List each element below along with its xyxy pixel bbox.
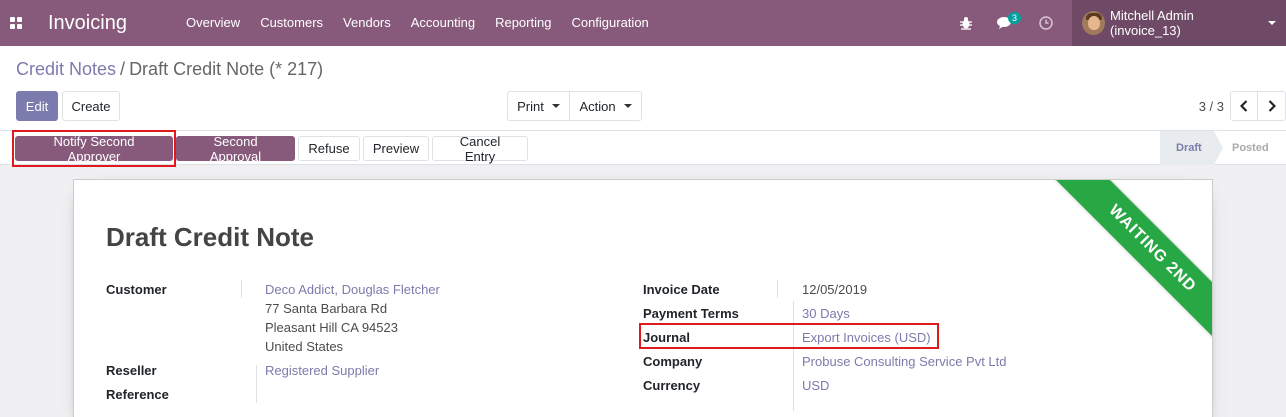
cancel-entry-button[interactable]: Cancel Entry bbox=[432, 134, 528, 164]
menu-item-accounting[interactable]: Accounting bbox=[401, 0, 485, 46]
customer-address-line3: United States bbox=[265, 339, 344, 354]
caret-down-icon bbox=[551, 104, 560, 108]
refuse-button[interactable]: Refuse bbox=[298, 136, 360, 161]
payment-terms-link[interactable]: 30 Days bbox=[802, 306, 850, 321]
menu-item-overview[interactable]: Overview bbox=[176, 0, 250, 46]
field-separator bbox=[777, 280, 778, 298]
breadcrumb: Credit Notes / Draft Credit Note (* 217) bbox=[16, 59, 323, 80]
user-avatar bbox=[1082, 11, 1106, 35]
second-approval-button[interactable]: Second Approval bbox=[176, 134, 295, 164]
user-name: Mitchell Admin (invoice_13) bbox=[1110, 8, 1194, 38]
chat-count-badge: 3 bbox=[1008, 12, 1022, 24]
company-link[interactable]: Probuse Consulting Service Pvt Ltd bbox=[802, 354, 1007, 369]
print-dropdown[interactable]: Print bbox=[507, 91, 570, 121]
apps-menu-icon[interactable] bbox=[0, 0, 32, 46]
status-buttons: Notify Second Approver Second Approval R… bbox=[15, 134, 531, 164]
action-dropdown[interactable]: Action bbox=[570, 91, 642, 121]
form-statusbar: Notify Second Approver Second Approval R… bbox=[0, 131, 1286, 165]
company-label: Company bbox=[643, 354, 703, 369]
status-ribbon: WAITING 2ND bbox=[1053, 180, 1212, 348]
stage-draft: Draft bbox=[1160, 131, 1223, 165]
menu-item-vendors[interactable]: Vendors bbox=[333, 0, 401, 46]
customer-label: Customer bbox=[106, 282, 167, 297]
menu-item-reporting[interactable]: Reporting bbox=[485, 0, 561, 46]
create-button[interactable]: Create bbox=[62, 91, 120, 121]
field-separator bbox=[241, 280, 242, 298]
chat-icon[interactable]: 3 bbox=[986, 0, 1026, 46]
clock-icon[interactable] bbox=[1026, 0, 1066, 46]
field-separator bbox=[256, 365, 257, 403]
pager: 3 / 3 bbox=[1199, 91, 1286, 121]
pager-next-button[interactable] bbox=[1258, 91, 1286, 121]
stage-posted: Posted bbox=[1232, 142, 1269, 154]
pager-previous-button[interactable] bbox=[1230, 91, 1258, 121]
form-sheet: WAITING 2ND Draft Credit Note Customer D… bbox=[73, 179, 1213, 417]
notify-second-approver-button[interactable]: Notify Second Approver bbox=[15, 134, 173, 164]
pager-value[interactable]: 3 / 3 bbox=[1199, 99, 1224, 114]
customer-address-line2: Pleasant Hill CA 94523 bbox=[265, 320, 398, 335]
reference-label: Reference bbox=[106, 387, 169, 402]
breadcrumb-current: Draft Credit Note (* 217) bbox=[129, 59, 324, 79]
chevron-down-icon bbox=[1268, 21, 1276, 25]
control-panel: Credit Notes / Draft Credit Note (* 217) E… bbox=[0, 46, 1286, 131]
systray: 3 Mitchell Admin (invoice_13) bbox=[946, 0, 1286, 46]
journal-label: Journal bbox=[643, 330, 690, 345]
menu-item-configuration[interactable]: Configuration bbox=[561, 0, 658, 46]
chevron-right-icon bbox=[1268, 100, 1276, 112]
breadcrumb-credit-notes[interactable]: Credit Notes bbox=[16, 59, 116, 79]
customer-link[interactable]: Deco Addict, Douglas Fletcher bbox=[265, 282, 440, 297]
action-label: Action bbox=[579, 98, 616, 114]
payment-terms-label: Payment Terms bbox=[643, 306, 739, 321]
print-label: Print bbox=[517, 98, 544, 114]
caret-down-icon bbox=[623, 104, 632, 108]
app-title[interactable]: Invoicing bbox=[48, 12, 176, 35]
chevron-left-icon bbox=[1240, 100, 1248, 112]
bug-icon[interactable] bbox=[946, 0, 986, 46]
reseller-link[interactable]: Registered Supplier bbox=[265, 363, 379, 378]
edit-button[interactable]: Edit bbox=[16, 91, 58, 121]
invoice-date-label: Invoice Date bbox=[643, 282, 720, 297]
field-separator bbox=[793, 301, 794, 411]
invoice-date-value: 12/05/2019 bbox=[802, 282, 868, 297]
menu-item-customers[interactable]: Customers bbox=[250, 0, 333, 46]
currency-link[interactable]: USD bbox=[802, 378, 829, 393]
journal-link[interactable]: Export Invoices (USD) bbox=[802, 330, 931, 345]
action-dropdowns: Print Action bbox=[507, 91, 642, 121]
main-menu: Overview Customers Vendors Accounting Re… bbox=[176, 0, 659, 46]
customer-address-line1: 77 Santa Barbara Rd bbox=[265, 301, 388, 316]
reseller-label: Reseller bbox=[106, 363, 157, 378]
preview-button[interactable]: Preview bbox=[363, 136, 429, 161]
record-title: Draft Credit Note bbox=[106, 222, 315, 252]
breadcrumb-separator: / bbox=[120, 59, 126, 79]
status-stages: Draft Posted bbox=[1160, 131, 1283, 165]
currency-label: Currency bbox=[643, 378, 701, 393]
top-navbar: Invoicing Overview Customers Vendors Acc… bbox=[0, 0, 1286, 46]
user-menu[interactable]: Mitchell Admin (invoice_13) bbox=[1072, 0, 1286, 46]
